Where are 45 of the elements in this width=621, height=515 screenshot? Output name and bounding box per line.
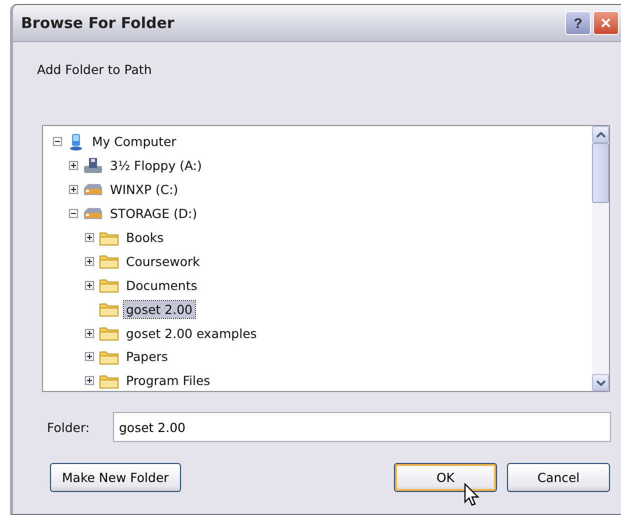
- collapse-icon[interactable]: [53, 137, 62, 146]
- computer-icon: [67, 132, 85, 151]
- folder-icon: [99, 372, 119, 389]
- folder-icon: [99, 325, 119, 342]
- folder-icon: [99, 253, 119, 270]
- expand-icon[interactable]: [85, 256, 94, 266]
- scroll-down-icon[interactable]: [592, 374, 609, 391]
- hard-drive-icon: [83, 182, 103, 197]
- tree-item[interactable]: Coursework: [124, 252, 202, 270]
- folder-icon: [99, 348, 119, 365]
- help-button[interactable]: ?: [565, 11, 591, 35]
- tree-item[interactable]: STORAGE (D:): [108, 205, 200, 222]
- expand-icon[interactable]: [69, 185, 78, 194]
- expand-icon[interactable]: [85, 328, 94, 338]
- expand-icon[interactable]: [85, 280, 94, 290]
- dialog-button[interactable]: Cancel: [507, 463, 610, 492]
- tree-item[interactable]: Program Files: [124, 372, 212, 390]
- hard-drive-icon: [83, 206, 103, 221]
- dialog-button[interactable]: Make New Folder: [50, 463, 181, 492]
- scrollbar[interactable]: [592, 126, 609, 391]
- folder-icon: [99, 230, 119, 246]
- folder-label: Folder:: [47, 420, 91, 434]
- tree-item[interactable]: Books: [124, 229, 166, 246]
- expand-icon[interactable]: [69, 161, 78, 170]
- scroll-up-icon[interactable]: [592, 126, 609, 143]
- tree-item[interactable]: 3½ Floppy (A:): [108, 157, 204, 174]
- description-text: Add Folder to Path: [37, 62, 153, 77]
- tree-item[interactable]: Papers: [124, 348, 170, 366]
- folder-icon: [99, 277, 119, 294]
- expand-icon[interactable]: [85, 233, 94, 242]
- tree-item[interactable]: My Computer: [90, 133, 178, 150]
- tree-item[interactable]: goset 2.00 examples: [124, 324, 259, 342]
- tree-item[interactable]: Documents: [124, 276, 200, 294]
- floppy-drive-icon: [83, 156, 103, 175]
- expand-icon[interactable]: [85, 376, 94, 386]
- mouse-pointer-icon: [464, 483, 480, 507]
- expand-icon[interactable]: [85, 352, 94, 362]
- folder-field[interactable]: goset 2.00: [113, 412, 611, 442]
- tree-item[interactable]: WINXP (C:): [108, 181, 180, 198]
- dialog-button[interactable]: OK: [394, 463, 497, 492]
- tree-item[interactable]: goset 2.00: [124, 300, 194, 318]
- collapse-icon[interactable]: [69, 209, 78, 218]
- folder-icon: [99, 301, 119, 318]
- scroll-thumb[interactable]: [592, 143, 609, 203]
- window-title: Browse For Folder: [21, 14, 174, 32]
